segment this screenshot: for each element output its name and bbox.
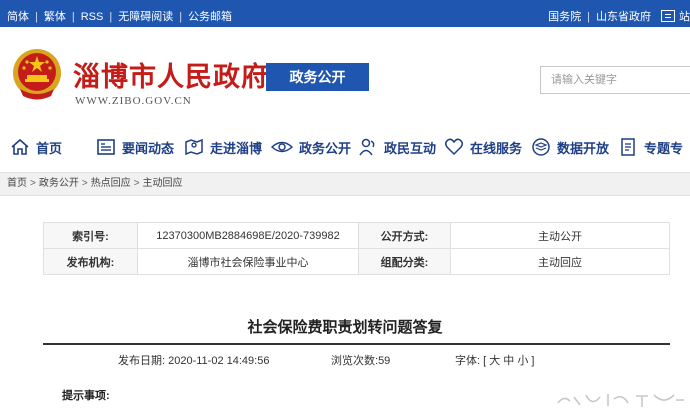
nav-label: 走进淄博 [210,140,263,156]
search-input[interactable]: 请输入关键字 [540,66,690,94]
nav-item-gov-affairs[interactable]: 政务公开 [271,128,351,166]
nav-item-online-service[interactable]: 在线服务 [444,128,522,166]
breadcrumb-separator: > [30,178,36,189]
nav-item-about-zibo[interactable]: 走进淄博 [184,128,262,166]
nav-item-news[interactable]: 要闻动态 [96,128,174,166]
nav-item-topics[interactable]: 专题专 [618,128,683,166]
title-divider [43,343,670,345]
publisher-label: 发布机构: [43,248,138,275]
nav-label: 首页 [36,140,63,156]
section-gov-affairs-button[interactable]: 政务公开 [266,63,369,91]
site-title[interactable]: 淄博市人民政府 [73,55,269,94]
view-count: 浏览次数:59 [331,352,390,368]
divider: | [179,11,183,23]
data-layers-icon [532,138,550,156]
breadcrumb-gov-affairs[interactable]: 政务公开 [39,178,79,189]
nav-label: 专题专 [644,140,684,156]
nav-item-interaction[interactable]: 政民互动 [358,128,436,166]
publish-date-label: 发布日期: [118,355,166,367]
notice-label: 提示事项: [62,390,110,402]
breadcrumb-hot-response[interactable]: 热点回应 [91,178,131,189]
divider: | [109,11,113,23]
document-meta-table: 索引号: 12370300MB2884698E/2020-739982 公开方式… [43,222,670,275]
view-count-label: 浏览次数: [331,355,379,367]
divider: | [35,11,38,23]
table-row: 索引号: 12370300MB2884698E/2020-739982 公开方式… [43,222,670,249]
eye-icon [271,141,293,153]
breadcrumb-separator: > [81,178,88,189]
nav-item-open-data[interactable]: 数据开放 [531,128,609,166]
link-state-council[interactable]: 国务院 [548,11,581,23]
nav-item-home[interactable]: 首页 [10,128,62,166]
site-header: 淄博市人民政府 WWW.ZIBO.GOV.CN 政务公开 请输入关键字 [0,27,690,120]
link-shandong-gov[interactable]: 山东省政府 [596,11,651,23]
open-mode-label: 公开方式: [358,222,451,249]
watermark-logo [557,394,684,407]
divider: | [587,11,590,23]
index-label: 索引号: [43,222,138,249]
publish-date: 发布日期: 2020-11-02 14:49:56 [118,352,269,368]
link-site-cut[interactable]: 站 [679,11,690,23]
national-emblem-icon [13,49,61,100]
news-icon [97,139,115,155]
home-icon [11,138,29,155]
nav-label: 政民互动 [384,140,437,156]
font-size-label: 字体: [455,355,481,367]
view-count-value: 59 [378,355,391,367]
link-accessibility[interactable]: 无障碍阅读 [118,8,173,24]
category-label: 组配分类: [358,248,451,275]
nav-label: 在线服务 [470,140,523,156]
table-row: 发布机构: 淄博市社会保险事业中心 组配分类: 主动回应 [43,248,670,275]
nav-label: 要闻动态 [122,140,175,156]
category-value: 主动回应 [450,248,670,275]
top-right-links: 国务院 | 山东省政府 站 [548,8,690,24]
nav-label: 数据开放 [557,140,610,156]
document-icon [621,138,635,156]
breadcrumb: 首页 > 政务公开 > 热点回应 > 主动回应 [0,172,690,196]
site-map-icon[interactable] [661,10,675,22]
breadcrumb-current[interactable]: 主动回应 [143,178,183,189]
breadcrumb-home[interactable]: 首页 [7,178,27,189]
divider: | [71,11,75,23]
article-title: 社会保险费职责划转问题答复 [247,319,443,336]
publish-date-value: 2020-11-02 14:49:56 [168,355,270,367]
font-size-options[interactable]: [ 大 中 小 ] [483,355,534,367]
link-simplified[interactable]: 简体 [7,8,29,24]
publisher-value: 淄博市社会保险事业中心 [137,248,359,275]
link-traditional[interactable]: 繁体 [44,8,66,24]
index-value: 12370300MB2884698E/2020-739982 [137,222,359,249]
heart-icon [444,138,464,156]
map-icon [185,138,203,156]
nav-label: 政务公开 [299,140,352,156]
main-nav: 首页 要闻动态 走进淄博 政务公开 政民互动 在线服务 数据开放 专题专 [0,128,690,166]
top-utility-bar: 简体 | 繁体 | RSS | 无障碍阅读 | 公务邮箱 国务院 | 山东省政府 站 [0,0,690,27]
top-left-links: 简体 | 繁体 | RSS | 无障碍阅读 | 公务邮箱 [7,8,232,24]
people-icon [359,138,375,156]
link-official-mail[interactable]: 公务邮箱 [188,8,232,24]
open-mode-value: 主动公开 [450,222,670,249]
breadcrumb-separator: > [133,178,140,189]
font-size-control: 字体: [ 大 中 小 ] [455,352,534,368]
site-url: WWW.ZIBO.GOV.CN [75,95,192,107]
link-rss[interactable]: RSS [81,11,104,23]
